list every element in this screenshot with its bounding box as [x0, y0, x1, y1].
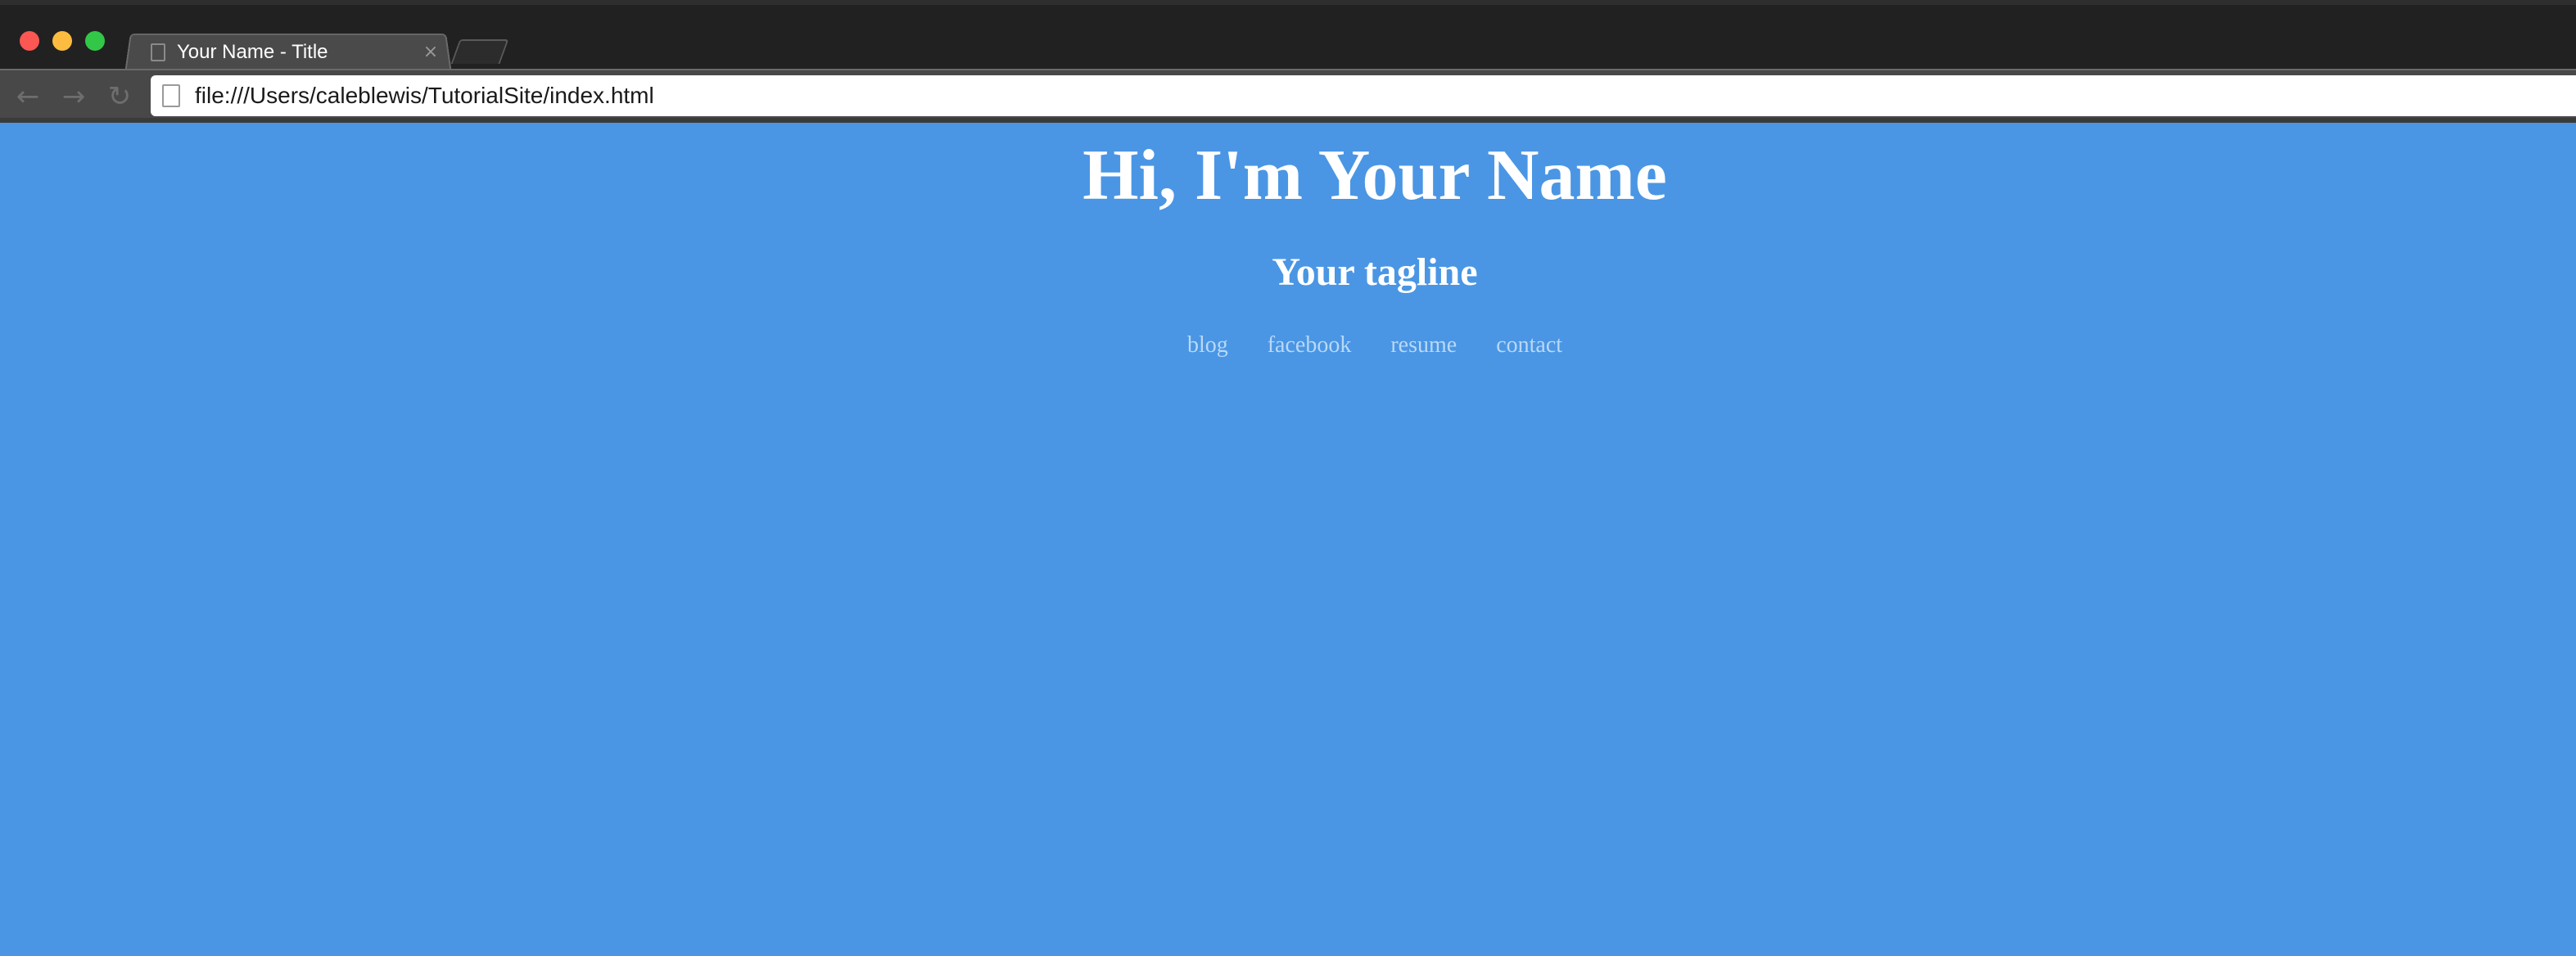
nav-link-contact[interactable]: contact: [1496, 332, 1562, 358]
page-icon: [162, 84, 180, 107]
window-zoom-button[interactable]: [85, 31, 105, 51]
web-page: Hi, I'm Your Name Your tagline blog face…: [0, 123, 2576, 956]
address-bar-url[interactable]: file:///Users/caleblewis/TutorialSite/in…: [195, 83, 654, 109]
arrow-right-icon: →: [61, 80, 86, 113]
new-tab-button[interactable]: [450, 39, 509, 64]
address-bar[interactable]: file:///Users/caleblewis/TutorialSite/in…: [151, 75, 2576, 116]
browser-toolbar: ← → ↻ file:///Users/caleblewis/TutorialS…: [0, 69, 2576, 123]
reload-icon: ↻: [107, 80, 132, 113]
site-nav: blog facebook resume contact: [0, 332, 2576, 358]
nav-link-facebook[interactable]: facebook: [1268, 332, 1352, 358]
arrow-left-icon: ←: [16, 80, 40, 113]
nav-link-resume[interactable]: resume: [1390, 332, 1457, 358]
nav-link-blog[interactable]: blog: [1187, 332, 1228, 358]
browser-titlebar: Your Name - Title ×: [0, 0, 2576, 74]
reload-button[interactable]: ↻: [102, 79, 138, 115]
window-minimize-button[interactable]: [52, 31, 72, 51]
tab-close-icon[interactable]: ×: [419, 41, 442, 64]
browser-tab-content[interactable]: Your Name - Title ×: [151, 34, 442, 70]
page-headline: Hi, I'm Your Name: [1082, 136, 1667, 215]
tab-title: Your Name - Title: [177, 41, 328, 63]
page-favicon-icon: [151, 43, 165, 61]
page-tagline: Your tagline: [1272, 250, 1478, 294]
window-close-button[interactable]: [20, 31, 39, 51]
forward-button[interactable]: →: [56, 79, 92, 115]
back-button[interactable]: ←: [10, 79, 46, 115]
